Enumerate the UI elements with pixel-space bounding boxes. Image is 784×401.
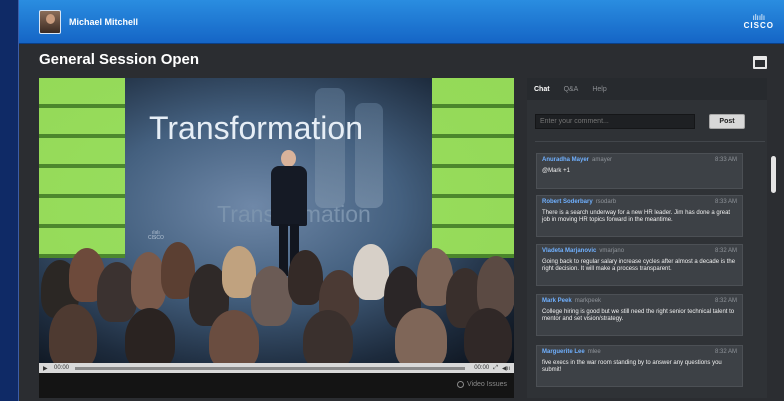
- message-time: 8:32 AM: [714, 298, 737, 304]
- message-text: Going back to regular salary increase cy…: [542, 259, 736, 273]
- message-time: 8:33 AM: [714, 157, 737, 163]
- chat-panel: Chat Q&A Help Post Anuradha Mayeramayer 8…: [527, 78, 776, 398]
- message-time: 8:33 AM: [714, 199, 737, 205]
- top-bar: Michael Mitchell ılıılı CISCO: [19, 0, 784, 44]
- message-text: College hiring is good but we still need…: [542, 309, 735, 323]
- video-frame: Transformation Transformation ılıılıCISC…: [39, 78, 514, 364]
- post-button[interactable]: Post: [709, 114, 745, 129]
- username: Michael Mitchell: [69, 16, 139, 27]
- chat-scrollbar[interactable]: [771, 156, 776, 193]
- list-item: Marguerite Lee mlee 8:32 AM five execs in …: [536, 345, 743, 387]
- message-text: five execs in the war room standing by t…: [542, 360, 722, 374]
- panel-divider: [535, 141, 765, 142]
- video-player[interactable]: Transformation Transformation ılıılıCISC…: [39, 78, 514, 398]
- green-screen-left: [39, 78, 125, 258]
- screen-pillar-1: [315, 88, 345, 208]
- cisco-logo: ılıılı CISCO: [743, 13, 774, 30]
- green-screen-right: [432, 78, 514, 258]
- tab-chat[interactable]: Chat: [527, 86, 557, 100]
- current-time: 00:00: [54, 365, 70, 371]
- fullscreen-icon[interactable]: ⤢: [493, 365, 498, 372]
- message-handle: vmarjano: [599, 248, 625, 254]
- list-item: Mark Peek markpeek 8:32 AM College hiring …: [536, 294, 743, 336]
- message-handle: amayer: [592, 157, 613, 163]
- message-author[interactable]: Robert Soderbary: [542, 199, 593, 206]
- page-title: General Session Open: [39, 51, 200, 68]
- message-handle: markpeek: [574, 298, 602, 304]
- stage-screen-title: Transformation: [149, 110, 363, 146]
- video-issues-label: Video Issues: [467, 381, 507, 388]
- webcast-window: Michael Mitchell ılıılı CISCO General Se…: [18, 0, 784, 401]
- message-time: 8:32 AM: [714, 248, 737, 254]
- popout-icon[interactable]: [753, 56, 767, 69]
- message-handle: mlee: [587, 349, 601, 355]
- volume-icon[interactable]: ◀ıı: [502, 365, 510, 372]
- message-time: 8:32 AM: [714, 349, 737, 355]
- play-icon[interactable]: ▶: [43, 365, 51, 372]
- message-author[interactable]: Marguerite Lee: [542, 349, 585, 356]
- audience: [39, 238, 514, 364]
- panel-tabs: Chat Q&A Help: [527, 78, 767, 100]
- avatar: [39, 9, 61, 34]
- video-footer: Video Issues: [39, 373, 514, 398]
- message-text: There is a search underway for a new HR …: [542, 210, 731, 224]
- comment-input[interactable]: [535, 114, 695, 129]
- message-text: @Mark +1: [542, 168, 570, 175]
- message-author[interactable]: Vladeta Marjanovic: [542, 248, 596, 255]
- list-item: Anuradha Mayer amayer 8:33 AM @Mark +1: [536, 153, 743, 189]
- message-author[interactable]: Mark Peek: [542, 298, 572, 305]
- cisco-wordmark: CISCO: [743, 20, 774, 30]
- list-item: Vladeta Marjanovic vmarjano 8:32 AM Going …: [536, 244, 743, 286]
- message-author[interactable]: Anuradha Mayer: [542, 157, 589, 164]
- chat-feed[interactable]: Anuradha Mayer amayer 8:33 AM @Mark +1 Rob…: [536, 148, 762, 396]
- list-item: Robert Soderbary rsodarb 8:33 AM There is …: [536, 195, 743, 237]
- video-controls: ▶ 00:00 00:00 ⤢ ◀ıı: [39, 363, 514, 373]
- video-issues-link[interactable]: Video Issues: [457, 381, 507, 388]
- progress-bar[interactable]: [75, 366, 466, 370]
- message-handle: rsodarb: [595, 199, 617, 205]
- tab-qa[interactable]: Q&A: [557, 86, 586, 100]
- comment-row: Post: [535, 114, 765, 130]
- tab-help[interactable]: Help: [585, 86, 613, 100]
- info-icon: [457, 381, 465, 388]
- end-time: 00:00: [474, 365, 490, 371]
